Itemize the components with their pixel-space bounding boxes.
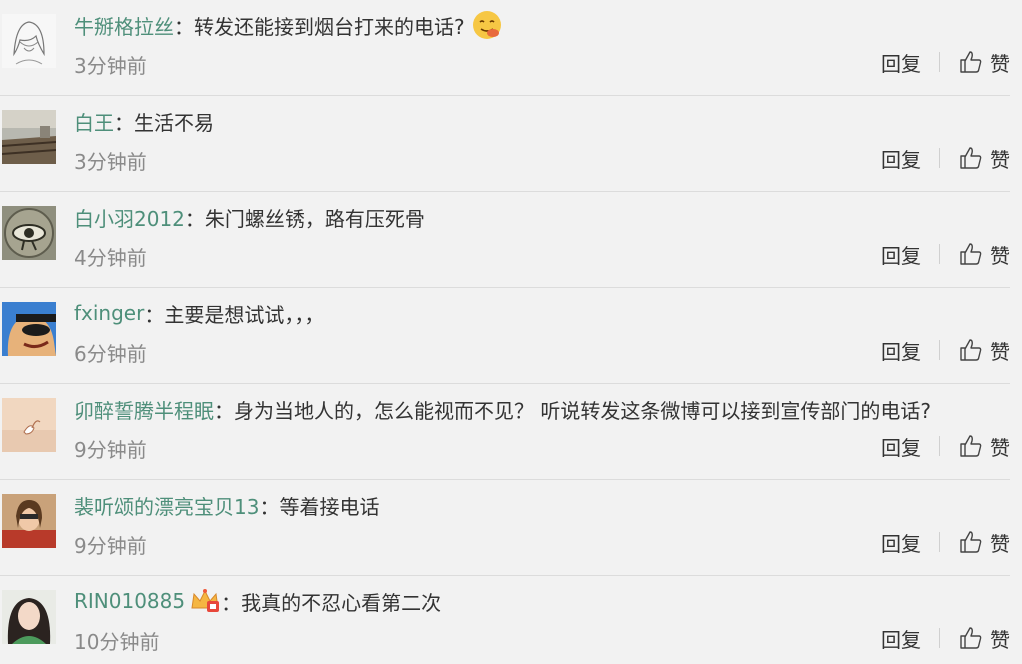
reply-button[interactable]: 回复 <box>881 48 921 77</box>
like-label: 赞 <box>990 51 1010 76</box>
comment-time: 3分钟前 <box>74 54 147 78</box>
like-button[interactable]: 赞 <box>958 528 1010 557</box>
comment-item: 牛掰格拉丝 ： 转发还能接到烟台打来的电话? 3分钟前 回复 赞 <box>0 0 1022 96</box>
separator: ： <box>259 494 280 519</box>
avatar[interactable] <box>2 590 56 644</box>
separator: ： <box>174 14 194 39</box>
username-link[interactable]: 牛掰格拉丝 <box>74 11 174 40</box>
action-divider <box>939 52 940 72</box>
avatar[interactable] <box>2 206 56 260</box>
comment-actions: 回复 赞 <box>881 334 1010 366</box>
action-divider <box>939 340 940 360</box>
username-link[interactable]: fxinger <box>74 301 144 325</box>
comment-actions: 回复 赞 <box>881 46 1010 78</box>
reply-button[interactable]: 回复 <box>881 240 921 269</box>
comment-text: 主要是想试试，，， <box>164 302 325 327</box>
comment-item: 裴听颂的漂亮宝贝13 ： 等着接电话 9分钟前 回复 赞 <box>0 480 1022 576</box>
like-button[interactable]: 赞 <box>958 144 1010 173</box>
comment-item: 白小羽2012 ： 朱门螺丝锈，路有压死骨 4分钟前 回复 赞 <box>0 192 1022 288</box>
thumbs-up-icon <box>960 51 982 73</box>
comment-actions: 回复 赞 <box>881 142 1010 174</box>
like-label: 赞 <box>990 339 1010 364</box>
separator: ： <box>184 206 205 231</box>
username-link[interactable]: 白小羽2012 <box>74 203 185 232</box>
thumbs-up-icon <box>960 531 982 553</box>
username-link[interactable]: 卯醉誓腾半程眠 <box>74 395 214 424</box>
reply-button[interactable]: 回复 <box>881 336 921 365</box>
comment-time: 6分钟前 <box>74 342 147 366</box>
comment-time: 4分钟前 <box>74 246 147 270</box>
avatar[interactable] <box>2 398 56 452</box>
action-divider <box>939 628 940 648</box>
comment-actions: 回复 赞 <box>881 238 1010 270</box>
thumbs-up-icon <box>960 147 982 169</box>
reply-button[interactable]: 回复 <box>881 144 921 173</box>
like-button[interactable]: 赞 <box>958 624 1010 653</box>
like-label: 赞 <box>990 531 1010 556</box>
avatar[interactable] <box>2 110 56 164</box>
comment-item: fxinger ： 主要是想试试，，， 6分钟前 回复 赞 <box>0 288 1022 384</box>
like-label: 赞 <box>990 435 1010 460</box>
crown-badge-icon <box>189 588 221 614</box>
action-divider <box>939 244 940 264</box>
like-button[interactable]: 赞 <box>958 432 1010 461</box>
like-label: 赞 <box>990 147 1010 172</box>
thumbs-up-icon <box>960 339 982 361</box>
comment-actions: 回复 赞 <box>881 622 1010 654</box>
like-button[interactable]: 赞 <box>958 336 1010 365</box>
action-divider <box>939 532 940 552</box>
comment-actions: 回复 赞 <box>881 526 1010 558</box>
action-divider <box>939 148 940 168</box>
reply-button[interactable]: 回复 <box>881 528 921 557</box>
username-link[interactable]: 白王 <box>74 107 114 136</box>
username-link[interactable]: 裴听颂的漂亮宝贝13 <box>74 491 259 520</box>
reply-button[interactable]: 回复 <box>881 624 921 653</box>
comment-time: 9分钟前 <box>74 438 147 462</box>
like-label: 赞 <box>990 243 1010 268</box>
comment-text: 等着接电话 <box>279 494 380 519</box>
comment-actions: 回复 赞 <box>881 430 1010 462</box>
comment-time: 9分钟前 <box>74 534 147 558</box>
avatar[interactable] <box>2 494 56 548</box>
comment-text: 我真的不忍心看第二次 <box>241 590 442 615</box>
separator: ： <box>114 110 134 135</box>
separator: ： <box>214 398 234 423</box>
comment-list: 牛掰格拉丝 ： 转发还能接到烟台打来的电话? 3分钟前 回复 赞 白王 ： 生活… <box>0 0 1022 664</box>
reply-button[interactable]: 回复 <box>881 432 921 461</box>
comment-text: 朱门螺丝锈，路有压死骨 <box>204 206 425 231</box>
thumbs-up-icon <box>960 435 982 457</box>
like-label: 赞 <box>990 627 1010 652</box>
comment-time: 3分钟前 <box>74 150 147 174</box>
thumbs-up-icon <box>960 243 982 265</box>
comment-item: RIN010885 ： 我真的不忍心看第二次 10分钟前 回复 赞 <box>0 576 1022 664</box>
avatar[interactable] <box>2 14 56 68</box>
separator: ： <box>144 302 165 327</box>
like-button[interactable]: 赞 <box>958 240 1010 269</box>
comment-text: 生活不易 <box>134 110 214 135</box>
comment-item: 卯醉誓腾半程眠 ： 身为当地人的，怎么能视而不见？ 听说转发这条微博可以接到宣传… <box>0 384 1022 480</box>
comment-item: 白王 ： 生活不易 3分钟前 回复 赞 <box>0 96 1022 192</box>
thumbs-up-icon <box>960 627 982 649</box>
like-button[interactable]: 赞 <box>958 48 1010 77</box>
avatar[interactable] <box>2 302 56 356</box>
action-divider <box>939 436 940 456</box>
emoji-icon <box>471 9 503 41</box>
separator: ： <box>221 590 242 615</box>
username-link[interactable]: RIN010885 <box>74 589 185 613</box>
comment-text: 身为当地人的，怎么能视而不见？ 听说转发这条微博可以接到宣传部门的电话? <box>234 398 931 423</box>
comment-text: 转发还能接到烟台打来的电话? <box>194 14 465 39</box>
comment-time: 10分钟前 <box>74 630 160 654</box>
